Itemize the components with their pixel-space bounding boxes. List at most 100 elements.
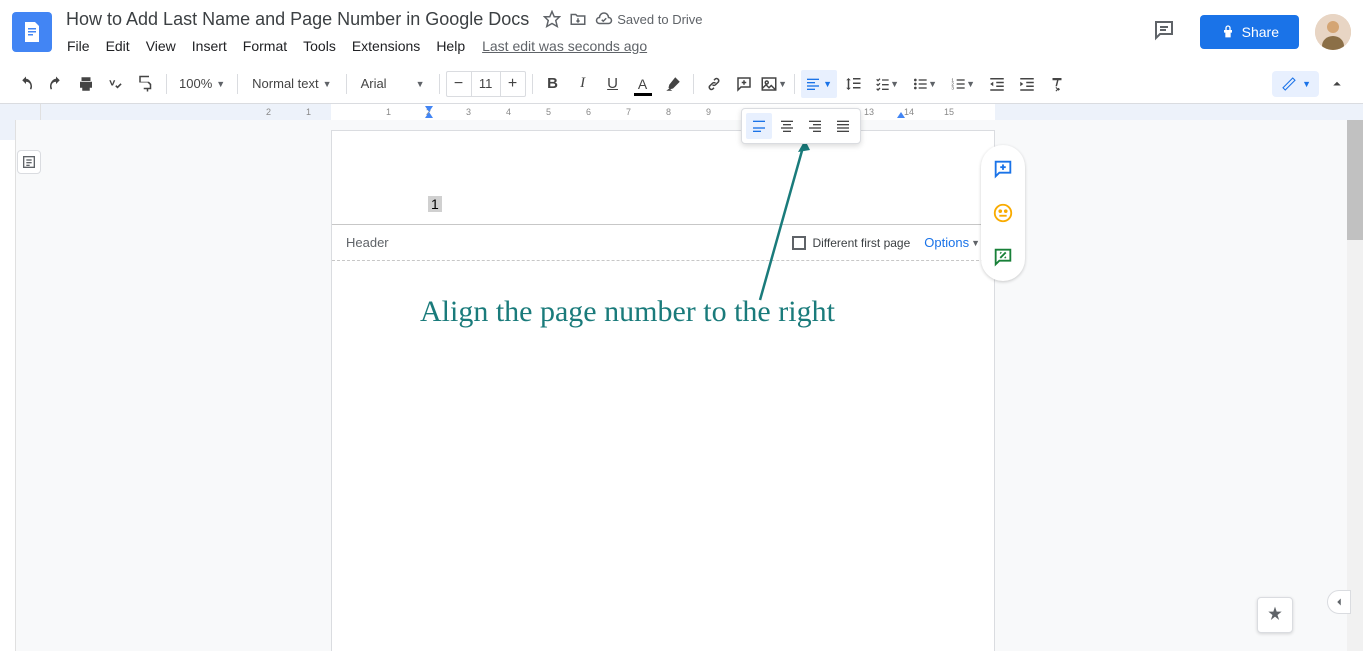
spellcheck-button[interactable] bbox=[102, 70, 130, 98]
chevron-down-icon: ▼ bbox=[216, 79, 225, 89]
chevron-down-icon: ▼ bbox=[928, 79, 937, 89]
last-edit-link[interactable]: Last edit was seconds ago bbox=[482, 38, 647, 54]
page: 1 Header Different first page Options ▼ bbox=[331, 130, 995, 651]
menu-tools[interactable]: Tools bbox=[296, 34, 343, 58]
checklist-button[interactable]: ▼ bbox=[869, 70, 905, 98]
outline-panel bbox=[16, 120, 41, 651]
move-icon[interactable] bbox=[569, 10, 587, 28]
paint-format-button[interactable] bbox=[132, 70, 160, 98]
collapse-toolbar-button[interactable] bbox=[1323, 70, 1351, 98]
explore-button[interactable] bbox=[1257, 597, 1293, 633]
decrease-indent-button[interactable] bbox=[983, 70, 1011, 98]
separator bbox=[439, 74, 440, 94]
chevron-down-icon: ▼ bbox=[823, 79, 832, 89]
toolbar: 100%▼ Normal text▼ Arial▼ − + B I U A ▼ … bbox=[0, 64, 1363, 104]
bold-button[interactable]: B bbox=[539, 70, 567, 98]
chevron-down-icon: ▼ bbox=[1302, 79, 1311, 89]
bulleted-list-button[interactable]: ▼ bbox=[907, 70, 943, 98]
italic-button[interactable]: I bbox=[569, 70, 597, 98]
separator bbox=[237, 74, 238, 94]
editing-mode-button[interactable]: ▼ bbox=[1272, 71, 1319, 97]
svg-text:9: 9 bbox=[706, 107, 711, 117]
scrollbar-thumb[interactable] bbox=[1347, 120, 1363, 240]
highlight-button[interactable] bbox=[659, 70, 687, 98]
insert-image-button[interactable]: ▼ bbox=[760, 70, 788, 98]
menu-file[interactable]: File bbox=[60, 34, 97, 58]
vertical-ruler[interactable] bbox=[0, 120, 16, 651]
font-select[interactable]: Arial▼ bbox=[353, 72, 433, 95]
svg-text:14: 14 bbox=[904, 107, 914, 117]
print-button[interactable] bbox=[72, 70, 100, 98]
document-title[interactable]: How to Add Last Name and Page Number in … bbox=[60, 7, 535, 32]
align-left-button[interactable] bbox=[746, 113, 772, 139]
line-spacing-button[interactable] bbox=[839, 70, 867, 98]
document-canvas[interactable]: 1 Header Different first page Options ▼ bbox=[41, 120, 1363, 651]
svg-text:4: 4 bbox=[506, 107, 511, 117]
undo-button[interactable] bbox=[12, 70, 40, 98]
add-comment-button[interactable] bbox=[730, 70, 758, 98]
increase-font-button[interactable]: + bbox=[501, 72, 525, 96]
font-size-input[interactable] bbox=[471, 72, 501, 96]
vertical-scrollbar[interactable] bbox=[1347, 120, 1363, 651]
menubar: File Edit View Insert Format Tools Exten… bbox=[60, 34, 1144, 58]
avatar[interactable] bbox=[1315, 14, 1351, 50]
menu-format[interactable]: Format bbox=[236, 34, 294, 58]
title-section: How to Add Last Name and Page Number in … bbox=[60, 7, 1144, 58]
suggest-edits-tool[interactable] bbox=[989, 243, 1017, 271]
menu-extensions[interactable]: Extensions bbox=[345, 34, 427, 58]
paragraph-style-select[interactable]: Normal text▼ bbox=[244, 72, 339, 95]
saved-status[interactable]: Saved to Drive bbox=[595, 10, 702, 28]
horizontal-ruler[interactable]: 21 123 456 789 101112 131415 bbox=[0, 104, 1363, 120]
separator bbox=[693, 74, 694, 94]
outline-toggle-button[interactable] bbox=[17, 150, 41, 174]
menu-view[interactable]: View bbox=[139, 34, 183, 58]
header-label: Header bbox=[346, 235, 389, 250]
text-color-button[interactable]: A bbox=[629, 70, 657, 98]
font-size-group: − + bbox=[446, 71, 526, 97]
header-area[interactable]: 1 bbox=[332, 131, 994, 225]
align-button[interactable]: ▼ bbox=[801, 70, 837, 98]
decrease-font-button[interactable]: − bbox=[447, 72, 471, 96]
different-first-page-checkbox[interactable]: Different first page bbox=[792, 236, 910, 250]
add-emoji-tool[interactable] bbox=[989, 199, 1017, 227]
svg-text:3: 3 bbox=[951, 85, 954, 90]
checkbox-icon bbox=[792, 236, 806, 250]
header-options-dropdown[interactable]: Options ▼ bbox=[924, 235, 980, 250]
document-area: 1 Header Different first page Options ▼ bbox=[0, 120, 1363, 651]
svg-text:3: 3 bbox=[466, 107, 471, 117]
header-options-bar: Header Different first page Options ▼ bbox=[332, 225, 994, 261]
svg-text:8: 8 bbox=[666, 107, 671, 117]
svg-text:1: 1 bbox=[386, 107, 391, 117]
clear-formatting-button[interactable] bbox=[1043, 70, 1071, 98]
page-number[interactable]: 1 bbox=[428, 196, 442, 212]
redo-button[interactable] bbox=[42, 70, 70, 98]
align-right-button[interactable] bbox=[802, 113, 828, 139]
underline-button[interactable]: U bbox=[599, 70, 627, 98]
star-icon[interactable] bbox=[543, 10, 561, 28]
align-center-button[interactable] bbox=[774, 113, 800, 139]
numbered-list-button[interactable]: 123▼ bbox=[945, 70, 981, 98]
chevron-down-icon: ▼ bbox=[971, 238, 980, 248]
increase-indent-button[interactable] bbox=[1013, 70, 1041, 98]
menu-edit[interactable]: Edit bbox=[99, 34, 137, 58]
side-panel-expand-button[interactable] bbox=[1327, 590, 1351, 614]
comment-history-icon[interactable] bbox=[1144, 10, 1184, 55]
titlebar: How to Add Last Name and Page Number in … bbox=[0, 0, 1363, 64]
align-popup bbox=[741, 108, 861, 144]
separator bbox=[166, 74, 167, 94]
chevron-down-icon: ▼ bbox=[890, 79, 899, 89]
menu-insert[interactable]: Insert bbox=[185, 34, 234, 58]
align-justify-button[interactable] bbox=[830, 113, 856, 139]
svg-text:7: 7 bbox=[626, 107, 631, 117]
svg-text:2: 2 bbox=[266, 107, 271, 117]
chevron-down-icon: ▼ bbox=[416, 79, 425, 89]
docs-home-icon[interactable] bbox=[12, 12, 52, 52]
chevron-down-icon: ▼ bbox=[323, 79, 332, 89]
share-button[interactable]: Share bbox=[1200, 15, 1299, 49]
menu-help[interactable]: Help bbox=[429, 34, 472, 58]
svg-text:13: 13 bbox=[864, 107, 874, 117]
zoom-select[interactable]: 100%▼ bbox=[173, 72, 231, 95]
svg-text:5: 5 bbox=[546, 107, 551, 117]
add-comment-tool[interactable] bbox=[989, 155, 1017, 183]
insert-link-button[interactable] bbox=[700, 70, 728, 98]
